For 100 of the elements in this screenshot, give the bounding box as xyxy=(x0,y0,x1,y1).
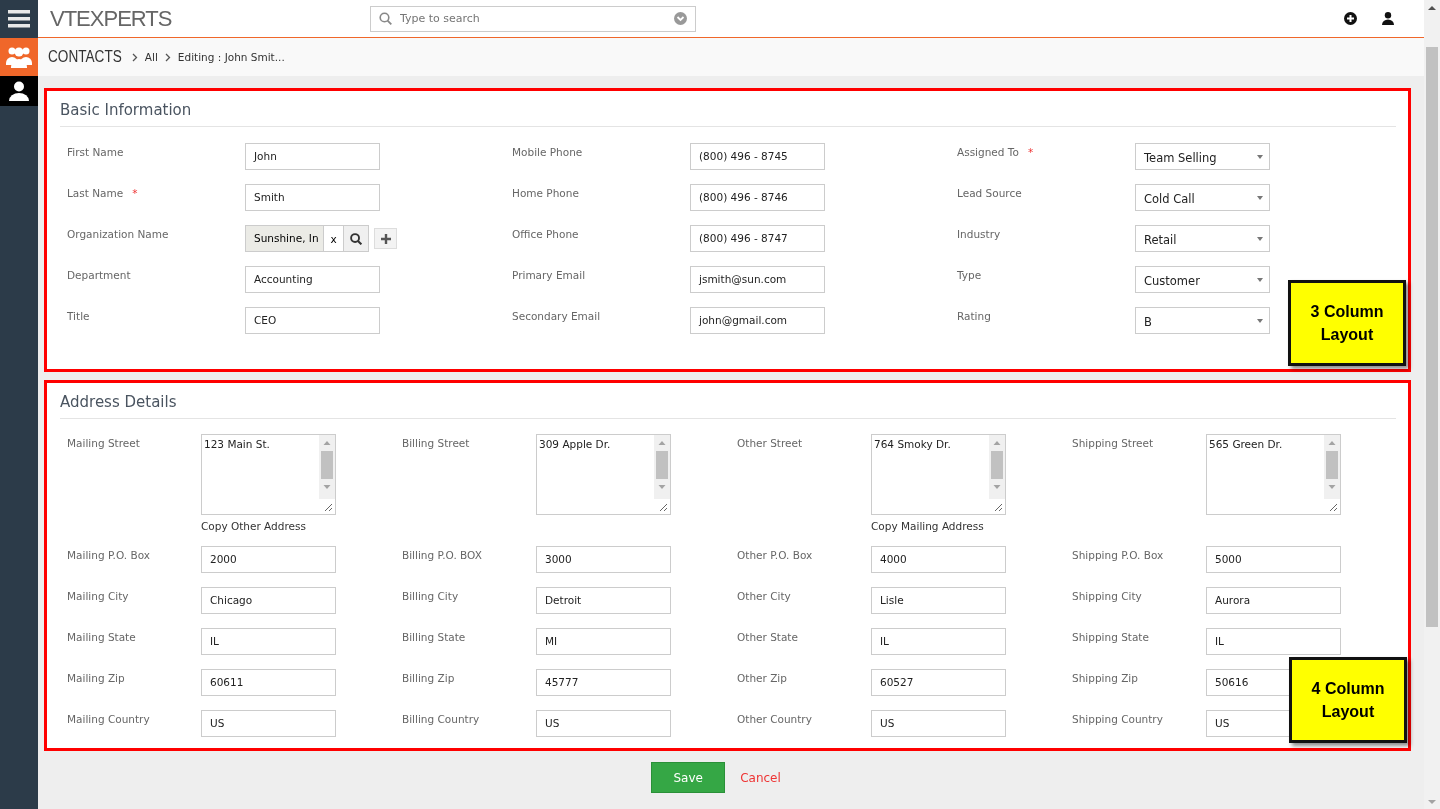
input-field[interactable]: jsmith@sun.com xyxy=(690,266,825,293)
input-field[interactable]: John xyxy=(245,143,380,170)
chevron-down-icon[interactable] xyxy=(674,12,687,25)
breadcrumb-item[interactable]: All xyxy=(144,51,158,63)
textarea-field[interactable]: 565 Green Dr. xyxy=(1206,434,1341,515)
search-button[interactable] xyxy=(344,225,369,252)
input-field[interactable]: Accounting xyxy=(245,266,380,293)
field-label: Mobile Phone xyxy=(512,146,583,158)
input-field[interactable]: CEO xyxy=(245,307,380,334)
field-label: Shipping Zip xyxy=(1072,672,1138,684)
search-bar[interactable]: Type to search xyxy=(370,5,696,32)
scrollbar-drawing[interactable] xyxy=(319,435,335,499)
input-field[interactable]: IL xyxy=(1206,628,1341,655)
field-label: Department xyxy=(67,269,131,281)
section-title: Address Details xyxy=(60,383,1396,419)
person-icon xyxy=(9,81,29,101)
logo[interactable]: VTEXPERTS xyxy=(50,5,370,32)
field-label: Mailing City xyxy=(67,590,129,602)
input-field[interactable]: Detroit xyxy=(536,587,671,614)
field-label: Mailing State xyxy=(67,631,136,643)
input-field[interactable]: IL xyxy=(201,628,336,655)
input-field[interactable]: (800) 496 - 8745 xyxy=(690,143,825,170)
field-label: Secondary Email xyxy=(512,310,601,322)
field-label: Organization Name xyxy=(67,228,169,240)
chevron-right-icon xyxy=(164,52,171,62)
textarea-field[interactable]: 123 Main St. xyxy=(201,434,336,515)
select-field[interactable]: Customer xyxy=(1135,266,1270,293)
input-field[interactable]: Smith xyxy=(245,184,380,211)
field-label: Home Phone xyxy=(512,187,579,199)
search-input[interactable]: Type to search xyxy=(398,11,668,26)
menu-icon xyxy=(8,10,30,28)
field-label: Mailing P.O. Box xyxy=(67,549,150,561)
field-label: Other Street xyxy=(737,437,803,449)
input-field[interactable]: US xyxy=(871,710,1006,737)
input-field[interactable]: john@gmail.com xyxy=(690,307,825,334)
field-label: Shipping Country xyxy=(1072,713,1163,725)
textarea-field[interactable]: 309 Apple Dr. xyxy=(536,434,671,515)
caret-icon xyxy=(1257,237,1263,241)
input-field[interactable]: MI xyxy=(536,628,671,655)
input-field[interactable]: (800) 496 - 8747 xyxy=(690,225,825,252)
input-field[interactable]: 60611 xyxy=(201,669,336,696)
required-mark: * xyxy=(132,187,138,199)
field-label: Lead Source xyxy=(957,187,1022,199)
chevron-right-icon xyxy=(131,52,138,62)
plus-icon xyxy=(380,233,391,244)
input-field[interactable]: 2000 xyxy=(201,546,336,573)
group-icon xyxy=(6,46,32,68)
input-field[interactable]: (800) 496 - 8746 xyxy=(690,184,825,211)
field-label: Shipping Street xyxy=(1072,437,1154,449)
input-field[interactable]: 5000 xyxy=(1206,546,1341,573)
textarea-field[interactable]: 764 Smoky Dr. xyxy=(871,434,1006,515)
add-icon[interactable] xyxy=(1344,12,1357,25)
field-label: Last Name xyxy=(67,187,124,199)
caret-icon xyxy=(1257,155,1263,159)
copy-address-link[interactable]: Copy Mailing Address xyxy=(871,520,1006,532)
input-field[interactable]: 4000 xyxy=(871,546,1006,573)
input-field[interactable]: Chicago xyxy=(201,587,336,614)
input-field[interactable]: Lisle xyxy=(871,587,1006,614)
field-label: Billing P.O. BOX xyxy=(402,549,482,561)
input-field[interactable]: US xyxy=(201,710,336,737)
copy-address-link[interactable]: Copy Other Address xyxy=(201,520,336,532)
add-button[interactable] xyxy=(374,228,397,249)
breadcrumb-item[interactable]: Editing : John Smit... xyxy=(177,51,285,63)
caret-icon xyxy=(1257,319,1263,323)
select-field[interactable]: Team Selling xyxy=(1135,143,1270,170)
user-icon[interactable] xyxy=(1382,12,1394,25)
clear-button[interactable]: x xyxy=(324,225,344,252)
cancel-link[interactable]: Cancel xyxy=(740,770,781,785)
input-field[interactable]: Sunshine, In xyxy=(245,225,324,252)
required-mark: * xyxy=(1027,146,1034,158)
input-field[interactable]: 45777 xyxy=(536,669,671,696)
field-label: Mailing Zip xyxy=(67,672,125,684)
section-title: Basic Information xyxy=(60,91,1396,127)
field-label: Mailing Country xyxy=(67,713,150,725)
field-label: Billing Zip xyxy=(402,672,455,684)
field-label: Billing Street xyxy=(402,437,470,449)
input-field[interactable]: IL xyxy=(871,628,1006,655)
select-field[interactable]: Cold Call xyxy=(1135,184,1270,211)
field-label: Type xyxy=(957,269,982,281)
input-field[interactable]: 60527 xyxy=(871,669,1006,696)
field-label: Billing City xyxy=(402,590,459,602)
field-label: Mailing Street xyxy=(67,437,140,449)
input-field[interactable]: 3000 xyxy=(536,546,671,573)
module-title[interactable]: CONTACTS xyxy=(48,48,122,66)
field-label: Other Country xyxy=(737,713,812,725)
field-label: Assigned To xyxy=(957,146,1019,158)
field-label: Other Zip xyxy=(737,672,787,684)
scrollbar-drawing[interactable] xyxy=(1324,435,1340,499)
annotation-tooltip: 4 Column Layout xyxy=(1289,657,1407,743)
input-field[interactable]: US xyxy=(536,710,671,737)
person-nav-button[interactable] xyxy=(0,76,38,106)
caret-icon xyxy=(1257,196,1263,200)
select-field[interactable]: Retail xyxy=(1135,225,1270,252)
field-label: Industry xyxy=(957,228,1001,240)
input-field[interactable]: Aurora xyxy=(1206,587,1341,614)
field-label: Billing Country xyxy=(402,713,480,725)
select-field[interactable]: B xyxy=(1135,307,1270,334)
scrollbar-drawing[interactable] xyxy=(654,435,670,499)
scrollbar-drawing[interactable] xyxy=(989,435,1005,499)
field-label: Rating xyxy=(957,310,991,322)
